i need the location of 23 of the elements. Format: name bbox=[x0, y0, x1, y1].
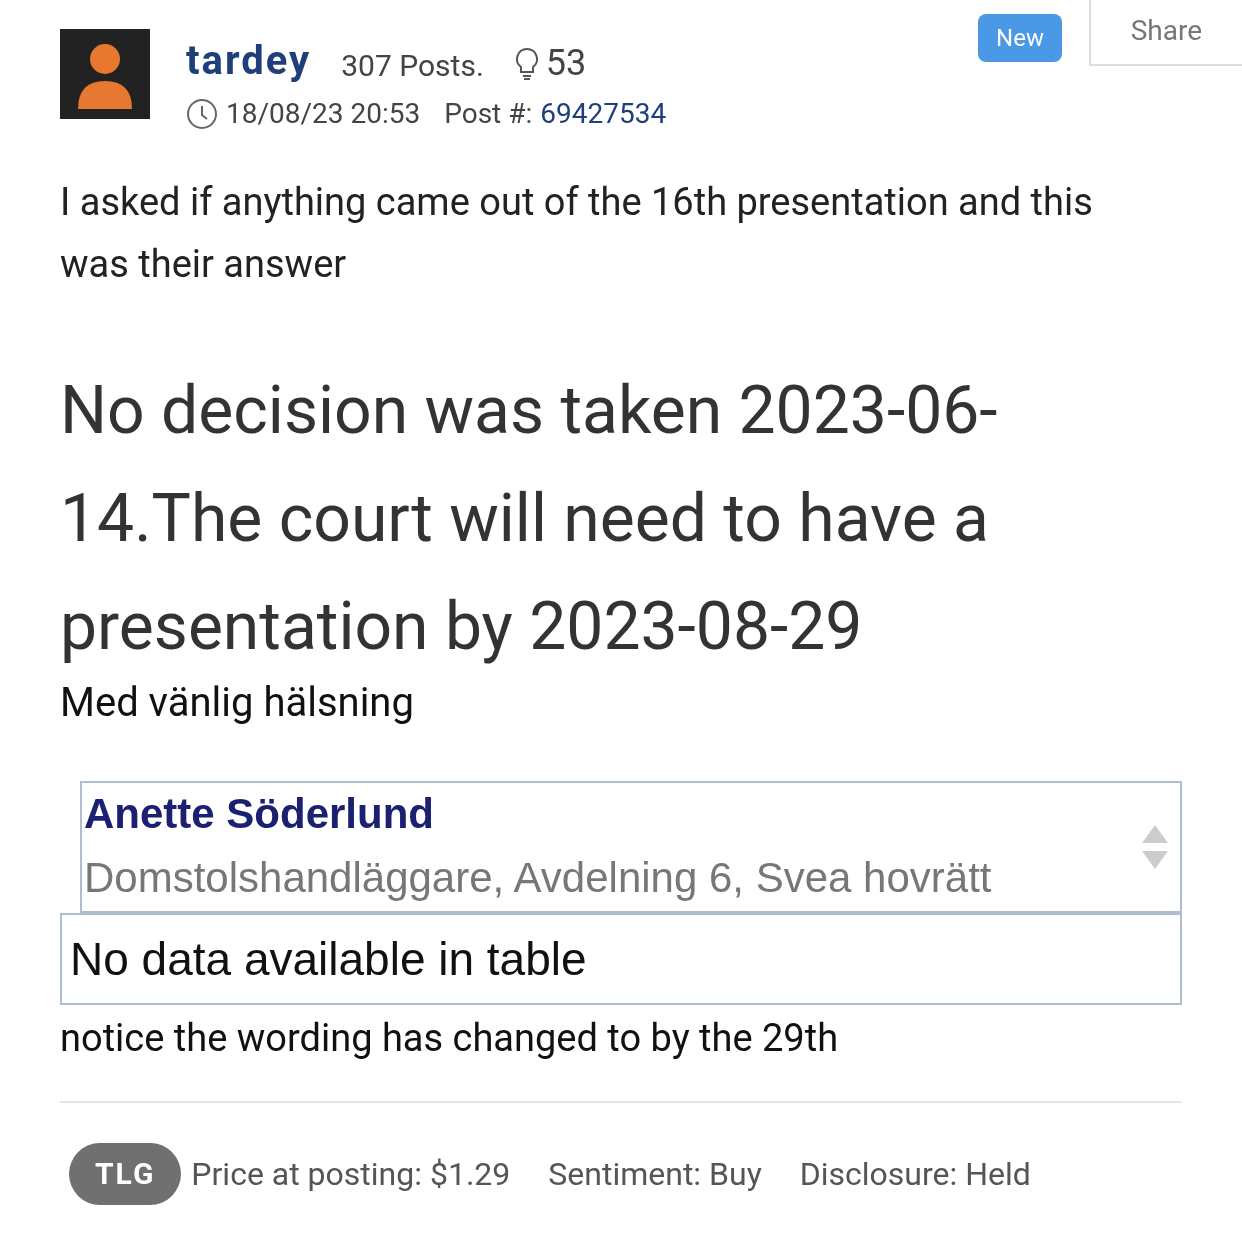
sentiment-text: Sentiment: Buy bbox=[548, 1154, 762, 1195]
disclosure-text: Disclosure: Held bbox=[799, 1154, 1031, 1195]
new-badge[interactable]: New bbox=[978, 14, 1062, 62]
post-timestamp: 18/08/23 20:53 bbox=[226, 96, 421, 132]
post-count: 307 Posts. bbox=[341, 51, 484, 81]
share-button[interactable]: Share bbox=[1088, 0, 1242, 66]
post-number-label: Post #: bbox=[444, 96, 533, 132]
quoted-answer: No decision was taken 2023-06-14.The court will need to have a presentation by 2023-08-29 bbox=[60, 371, 999, 667]
clock-icon bbox=[186, 98, 218, 130]
post-text: I asked if anything came out of the 16th presentation and this was their answer bbox=[60, 179, 1094, 288]
post-number-link[interactable]: 69427534 bbox=[540, 93, 667, 135]
signature-name: Anette Söderlund bbox=[84, 789, 435, 839]
price-text: Price at posting: $1.29 bbox=[191, 1154, 511, 1195]
signature-title: Domstolshandläggare, Avdelning 6, Svea hovrätt bbox=[84, 853, 992, 903]
sort-icon bbox=[1142, 825, 1168, 869]
ticker-badge[interactable]: TLG bbox=[69, 1143, 182, 1205]
empty-table-cell: No data available in table bbox=[60, 913, 1182, 1005]
like-count: 53 bbox=[545, 45, 587, 81]
lightbulb-icon bbox=[513, 47, 540, 81]
avatar-icon bbox=[60, 29, 150, 119]
greeting-text: Med vänlig hälsning bbox=[60, 678, 415, 728]
post-text: notice the wording has changed to by the 29th bbox=[60, 1015, 840, 1062]
username-link[interactable]: tardey bbox=[186, 41, 312, 81]
